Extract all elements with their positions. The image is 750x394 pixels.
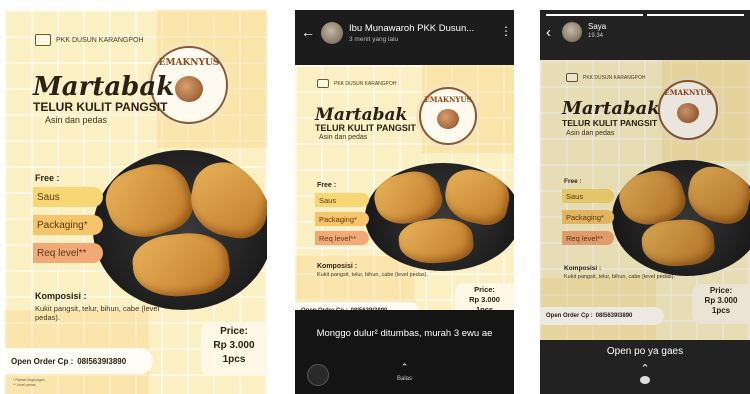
komposisi-text: Kukit pangsit, telur, bihun, cabe (level… (317, 272, 428, 278)
status-caption: Monggo dulur² ditumbas, murah 3 ewu ae (316, 328, 493, 339)
free-item-req-level: Req level** (33, 243, 103, 263)
poster: PKK DUSUN KARANGPOH EMAKNYUS Martabak TE… (5, 10, 267, 394)
status-header: ← Ibu Munawaroh PKK Dusun... 3 menit yan… (295, 10, 514, 65)
free-item-packaging: Packaging* (33, 215, 103, 235)
free-item-saus: Saus (562, 189, 614, 203)
poster-subtitle: TELUR KULIT PANGSIT (33, 100, 168, 114)
komposisi-text: Kukit pangsit, telur, bihun, cabe (level… (35, 304, 160, 323)
org-name: PKK DUSUN KARANGPOH (583, 74, 646, 81)
progress-segment (647, 14, 744, 16)
komposisi-text: Kukit pangsit, telur, bihun, cabe (level… (564, 274, 675, 280)
org-name: PKK DUSUN KARANGPOH (56, 36, 144, 44)
legend-item: ** Level pedas (13, 382, 36, 387)
open-order-box: Open Order Cp : 08I5639I3890 (540, 307, 664, 325)
whatsapp-status-panel: ← Ibu Munawaroh PKK Dusun... 3 menit yan… (295, 10, 514, 394)
poster-title: Martabak (315, 105, 408, 125)
price-label: Price: (474, 285, 495, 294)
free-item-packaging: Packaging* (562, 210, 614, 224)
free-label: Free : (564, 178, 582, 185)
free-item-req-level: Req level** (315, 231, 369, 245)
logo-text: EMAKNYUS (424, 95, 472, 104)
status-time: 3 menit yang lalu (349, 36, 399, 43)
poster-subtitle: TELUR KULIT PANGSIT (315, 123, 416, 133)
story-caption: Open po ya gaes (606, 346, 684, 357)
order-phone: 08I5639I3890 (77, 356, 127, 366)
open-order-box: Open Order Cp : 08I5639I3890 (5, 348, 153, 374)
logo-food-icon (677, 103, 699, 123)
price-label: Price: (220, 326, 248, 337)
legend-item: * Ramah lingkungan (13, 378, 45, 382)
instagram-story-panel: ‹ Saya 19.34 PKK DUSUN KARANGPOH EMAKNYU… (540, 10, 750, 394)
order-label: Open Order Cp : (11, 356, 74, 366)
komposisi-label: Komposisi : (317, 263, 358, 270)
emaknyus-logo: EMAKNYUS (419, 87, 477, 145)
price-value: Rp 3.000 (469, 295, 500, 304)
story-progress (546, 14, 744, 16)
order-label: Open Order Cp : (546, 313, 593, 319)
price-value: Rp 3.000 (704, 296, 738, 305)
org-icon (35, 34, 51, 46)
price-label: Price: (709, 286, 733, 295)
reply-label[interactable]: Balas (295, 376, 514, 382)
poster: PKK DUSUN KARANGPOH EMAKNYUS Martabak TE… (540, 60, 750, 340)
poster-title: Martabak (562, 98, 660, 119)
logo-food-icon (437, 109, 459, 129)
avatar[interactable] (562, 22, 582, 42)
order-phone: 08I5639I3890 (595, 313, 633, 319)
chevron-up-icon[interactable]: ⌃ (295, 362, 514, 373)
org-icon (566, 73, 578, 82)
komposisi-label: Komposisi : (35, 291, 87, 301)
eye-icon[interactable] (640, 376, 650, 384)
poster-panel-1: PKK DUSUN KARANGPOH EMAKNYUS Martabak TE… (5, 10, 267, 394)
more-options-icon[interactable]: ⋮ (500, 24, 512, 38)
price-unit: 1pcs (222, 354, 246, 365)
poster-subtitle: TELUR KULIT PANGSIT (562, 118, 658, 128)
price-unit: 1pcs (711, 306, 731, 315)
poster-tagline: Asin dan pedas (319, 134, 368, 141)
org-name: PKK DUSUN KARANGPOH (334, 80, 397, 87)
food-photo (612, 160, 750, 276)
free-label: Free : (317, 182, 337, 189)
open-order-box: Open Order Cp : 08I5639I3890 (295, 302, 419, 310)
price-box: Price: Rp 3.000 1pcs (455, 283, 514, 310)
free-item-packaging: Packaging* (315, 212, 369, 226)
poster-tagline: Asin dan pedas (566, 130, 615, 137)
komposisi-label: Komposisi : (564, 265, 602, 272)
contact-name: Ibu Munawaroh PKK Dusun... (349, 23, 475, 34)
legend: * Ramah lingkungan ** Level pedas (13, 378, 45, 387)
free-label: Free : (35, 173, 60, 183)
free-item-saus: Saus (33, 187, 103, 207)
avatar[interactable] (321, 22, 343, 44)
logo-text: EMAKNYUS (664, 88, 712, 97)
chevron-up-icon[interactable]: ⌃ (540, 362, 750, 375)
story-user: Saya (588, 22, 607, 31)
progress-segment (546, 14, 643, 16)
org-icon (317, 79, 329, 88)
food-photo (93, 150, 267, 310)
status-footer: Monggo dulur² ditumbas, murah 3 ewu ae ⌃… (295, 310, 514, 394)
org-header: PKK DUSUN KARANGPOH (317, 79, 397, 88)
price-box: Price: Rp 3.000 1pcs (692, 284, 750, 324)
logo-text: EMAKNYUS (158, 58, 220, 68)
back-arrow-icon[interactable]: ← (301, 24, 315, 40)
back-chevron-icon[interactable]: ‹ (546, 24, 551, 41)
logo-food-icon (175, 76, 203, 102)
price-value: Rp 3.000 (213, 340, 255, 351)
org-header: PKK DUSUN KARANGPOH (566, 73, 646, 82)
emaknyus-logo: EMAKNYUS (658, 80, 718, 140)
free-item-req-level: Req level** (562, 231, 614, 245)
poster: PKK DUSUN KARANGPOH EMAKNYUS Martabak TE… (295, 65, 514, 310)
poster-tagline: Asin dan pedas (45, 115, 108, 125)
story-time: 19.34 (588, 33, 604, 39)
price-box: Price: Rp 3.000 1pcs (201, 322, 267, 376)
free-item-saus: Saus (315, 193, 369, 207)
poster-title: Martabak (33, 72, 175, 102)
food-photo (365, 163, 514, 271)
org-header: PKK DUSUN KARANGPOH (35, 34, 144, 46)
